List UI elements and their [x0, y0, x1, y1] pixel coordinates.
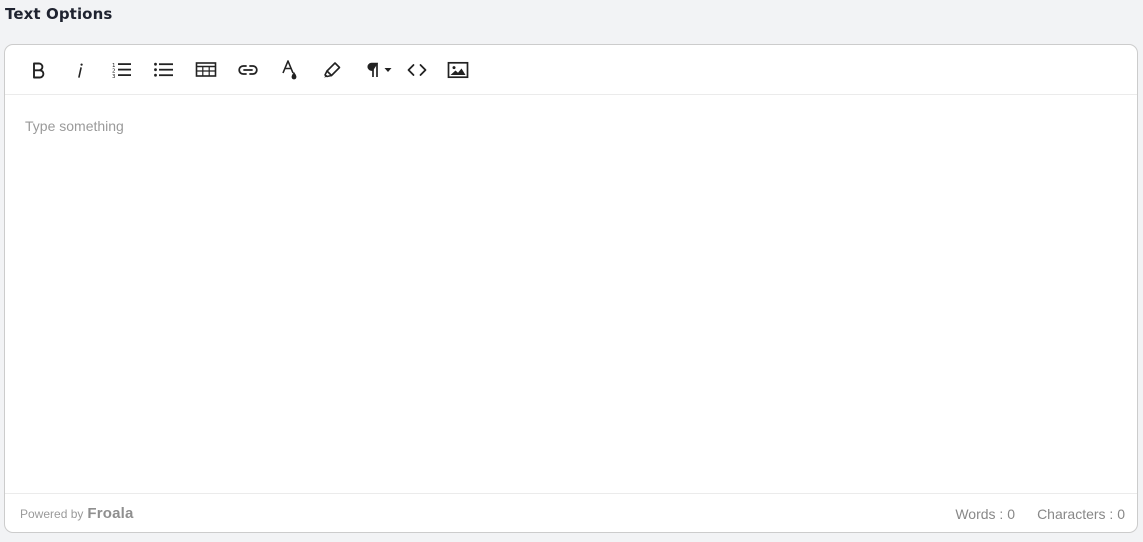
editor-footer: Powered by Froala Words : 0 Characters :… — [5, 493, 1137, 532]
italic-icon — [71, 61, 89, 79]
highlighter-icon — [322, 61, 342, 79]
editor-placeholder: Type something — [25, 118, 124, 134]
insert-image-button[interactable] — [442, 55, 474, 85]
paragraph-format-button[interactable] — [358, 55, 398, 85]
bold-icon — [29, 61, 47, 79]
code-view-button[interactable] — [401, 55, 433, 85]
insert-link-button[interactable] — [232, 55, 264, 85]
paragraph-icon — [365, 61, 381, 79]
italic-button[interactable] — [64, 55, 96, 85]
table-icon — [195, 61, 217, 79]
insert-table-button[interactable] — [190, 55, 222, 85]
image-icon — [447, 61, 469, 79]
highlight-button[interactable] — [316, 55, 348, 85]
text-color-button[interactable] — [274, 55, 306, 85]
link-icon — [237, 61, 259, 79]
character-count: Characters : 0 — [1037, 506, 1125, 522]
ordered-list-icon: 1 2 3 — [111, 61, 133, 79]
unordered-list-icon — [153, 61, 175, 79]
word-count: Words : 0 — [955, 506, 1015, 522]
text-color-icon — [280, 59, 300, 81]
svg-text:3: 3 — [112, 74, 116, 79]
unordered-list-button[interactable] — [148, 55, 180, 85]
rich-text-editor: 1 2 3 Type something Powered by Froala W… — [4, 44, 1138, 533]
section-title: Text Options — [5, 5, 113, 23]
code-icon — [406, 61, 428, 79]
ordered-list-button[interactable]: 1 2 3 — [106, 55, 138, 85]
powered-by-label: Powered by — [20, 507, 84, 521]
powered-by-link[interactable]: Powered by Froala — [20, 505, 134, 522]
editor-toolbar: 1 2 3 — [5, 45, 1137, 95]
froala-logo: Froala — [87, 505, 134, 522]
chevron-down-icon — [384, 67, 392, 73]
editor-content-area[interactable]: Type something — [5, 95, 1137, 495]
bold-button[interactable] — [22, 55, 54, 85]
